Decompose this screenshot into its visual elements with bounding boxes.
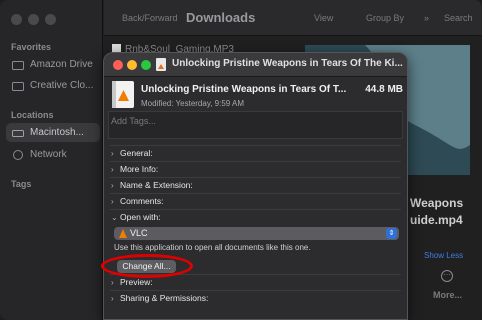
open-with-select[interactable]: VLC ⇕: [114, 227, 399, 240]
globe-icon: [12, 149, 24, 160]
file-name: Unlocking Pristine Weapons in Tears Of T…: [141, 84, 347, 95]
finder-sidebar: Favorites Amazon Drive Creative Clo... L…: [0, 0, 103, 320]
section-more-info[interactable]: › More Info:: [110, 161, 401, 177]
chevron-right-icon[interactable]: ›: [111, 146, 114, 161]
chevron-right-icon[interactable]: ›: [111, 194, 114, 209]
chevron-right-icon[interactable]: ›: [111, 162, 114, 177]
folder-icon: [12, 60, 24, 70]
view-button[interactable]: View: [314, 13, 333, 23]
get-info-panel: Unlocking Pristine Weapons in Tears Of T…: [103, 52, 408, 320]
preview-title: Weapons: [410, 196, 464, 210]
finder-title: Downloads: [186, 10, 256, 25]
tags-input[interactable]: Add Tags...: [108, 111, 403, 139]
search-button[interactable]: Search: [444, 13, 473, 23]
info-titlebar: Unlocking Pristine Weapons in Tears Of T…: [104, 53, 407, 77]
section-label: Preview:: [120, 277, 153, 287]
show-less-link[interactable]: Show Less: [424, 251, 463, 260]
sidebar-item-label: Macintosh...: [30, 127, 84, 138]
file-size: 44.8 MB: [365, 84, 403, 95]
chevron-right-icon[interactable]: »: [424, 13, 429, 23]
sidebar-item-creative-cloud[interactable]: Creative Clo...: [6, 76, 100, 95]
sidebar-item-label: Creative Clo...: [30, 80, 94, 91]
vlc-cone-icon: [119, 229, 127, 238]
sidebar-item-label: Amazon Drive: [30, 59, 93, 70]
chevron-right-icon[interactable]: ›: [111, 291, 114, 306]
sidebar-item-label: Network: [30, 149, 67, 160]
open-with-value: VLC: [130, 228, 148, 238]
preview-subtitle: uide.mp4: [410, 213, 463, 227]
vlc-document-icon: [112, 81, 134, 108]
section-name-extension[interactable]: › Name & Extension:: [110, 177, 401, 193]
section-label: Open with:: [120, 212, 161, 222]
section-label: More Info:: [120, 164, 159, 174]
section-label: Comments:: [120, 196, 164, 206]
tags-heading: Tags: [11, 179, 32, 189]
open-with-description: Use this application to open all documen…: [114, 243, 311, 252]
document-stripe: [112, 81, 116, 108]
vlc-cone-icon: [118, 90, 129, 101]
section-open-with[interactable]: ⌄ Open with:: [110, 209, 401, 225]
section-label: General:: [120, 148, 153, 158]
section-label: Name & Extension:: [120, 180, 193, 190]
vlc-file-icon: [156, 58, 166, 71]
chevron-down-icon[interactable]: ⌄: [111, 210, 118, 225]
finder-toolbar: Back/Forward View Group By » Search: [104, 0, 482, 36]
section-comments[interactable]: › Comments:: [110, 193, 401, 209]
minimize-button[interactable]: [127, 60, 137, 70]
locations-heading: Locations: [11, 110, 54, 120]
group-by-button[interactable]: Group By: [366, 13, 404, 23]
favorites-heading: Favorites: [11, 42, 52, 52]
chevron-right-icon[interactable]: ›: [111, 275, 114, 290]
section-general[interactable]: › General:: [110, 145, 401, 161]
zoom-button[interactable]: [141, 60, 151, 70]
folder-icon: [12, 81, 24, 91]
back-forward-button[interactable]: Back/Forward: [122, 13, 178, 23]
more-icon[interactable]: ⋯: [441, 270, 453, 282]
modified-date: Modified: Yesterday, 9:59 AM: [141, 99, 245, 108]
tags-placeholder: Add Tags...: [111, 116, 156, 126]
minimize-button-inactive[interactable]: [28, 14, 39, 25]
zoom-button-inactive[interactable]: [45, 14, 56, 25]
highlight-annotation: [101, 254, 193, 278]
hard-drive-icon: [12, 128, 24, 138]
window-title: Unlocking Pristine Weapons in Tears Of T…: [172, 58, 403, 69]
close-button[interactable]: [113, 60, 123, 70]
up-down-chevron-icon[interactable]: ⇕: [386, 228, 397, 239]
sidebar-item-amazon-drive[interactable]: Amazon Drive: [6, 55, 100, 74]
section-sharing-permissions[interactable]: › Sharing & Permissions:: [110, 290, 401, 306]
more-button[interactable]: More...: [433, 290, 462, 300]
info-header: Unlocking Pristine Weapons in Tears Of T…: [104, 77, 407, 111]
section-label: Sharing & Permissions:: [120, 293, 209, 303]
sidebar-item-macintosh-hd[interactable]: Macintosh...: [6, 123, 100, 142]
chevron-right-icon[interactable]: ›: [111, 178, 114, 193]
close-button-inactive[interactable]: [11, 14, 22, 25]
sidebar-item-network[interactable]: Network: [6, 145, 100, 164]
